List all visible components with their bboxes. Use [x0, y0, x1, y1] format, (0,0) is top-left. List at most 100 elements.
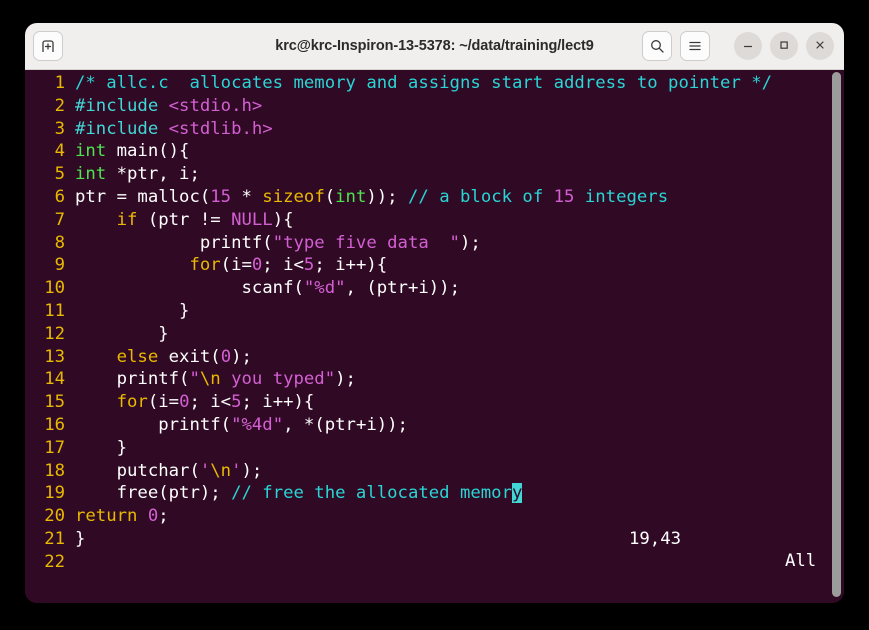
code-token: // free the allocated memor [231, 483, 512, 504]
code-token: ( [324, 186, 336, 207]
code-token: , (ptr+i)); [345, 278, 460, 299]
editor-line: 2 #include <stdio.h> [25, 95, 844, 118]
code-token: printf( [75, 232, 273, 253]
line-number: 5 [54, 164, 65, 185]
code-token: (i= [147, 392, 180, 413]
code-token: * [231, 186, 263, 207]
code-token: "%4d" [231, 414, 284, 435]
scrollbar-thumb[interactable] [832, 72, 841, 597]
line-number: 8 [54, 232, 65, 253]
code-token: } [75, 300, 190, 321]
terminal-body[interactable]: 1 /* allc.c allocates memory and assigns… [25, 70, 844, 603]
code-token: you typed" [220, 369, 336, 390]
code-token: #include [75, 95, 169, 116]
menu-button[interactable] [680, 31, 710, 61]
maximize-icon [777, 37, 791, 56]
line-number-gutter-space [65, 323, 75, 346]
scroll-indicator: All [785, 551, 817, 572]
editor-line: 13 else exit(0); [25, 346, 844, 369]
line-number-gutter-space [65, 346, 75, 369]
line-number-gutter-space [65, 414, 75, 437]
search-icon [649, 38, 665, 54]
code-token: main(){ [106, 141, 190, 162]
minimize-icon [741, 37, 755, 56]
code-token: ){ [272, 209, 294, 230]
line-number-gutter-space [65, 163, 75, 186]
code-token: *ptr, i; [106, 164, 200, 185]
code-token: " [189, 369, 200, 390]
code-token: // a block of [407, 186, 554, 207]
code-token: )); [366, 186, 408, 207]
search-button[interactable] [642, 31, 672, 61]
editor-line: 19 free(ptr); // free the allocated memo… [25, 482, 844, 505]
line-number-gutter-space [65, 300, 75, 323]
terminal-window: krc@krc-Inspiron-13-5378: ~/data/trainin… [25, 23, 844, 603]
editor-buffer[interactable]: 1 /* allc.c allocates memory and assigns… [25, 70, 844, 574]
code-token: for [189, 255, 221, 276]
editor-status-line: 19,43 All [25, 505, 844, 596]
code-token: 15 [553, 186, 575, 207]
code-token: ); [231, 346, 252, 367]
code-token: int [335, 186, 367, 207]
close-icon [813, 37, 827, 56]
titlebar-left-group [33, 31, 63, 61]
cursor-position: 19,43 [629, 528, 682, 549]
line-number: 16 [44, 414, 65, 435]
line-number: 15 [44, 392, 65, 413]
scrollbar[interactable] [832, 70, 841, 603]
maximize-button[interactable] [770, 32, 798, 60]
code-token: } [75, 323, 169, 344]
code-token: (i= [220, 255, 252, 276]
code-token: /* allc.c allocates memory and assigns s… [75, 73, 773, 93]
text-cursor: y [512, 483, 523, 504]
line-number-gutter-space [65, 482, 75, 505]
minimize-button[interactable] [734, 32, 762, 60]
line-number-gutter-space [65, 209, 75, 232]
line-number: 12 [44, 323, 65, 344]
code-token: 0 [179, 392, 190, 413]
code-token: 0 [220, 346, 232, 367]
code-token: ); [241, 460, 263, 481]
code-token: "type five data " [272, 232, 460, 253]
line-number-gutter-space [65, 232, 75, 255]
code-token: free(ptr); [75, 483, 232, 504]
editor-line: 11 } [25, 300, 844, 323]
code-token: printf( [75, 369, 190, 390]
line-number: 18 [44, 460, 65, 481]
titlebar-right-group [642, 31, 834, 61]
editor-line: 12 } [25, 323, 844, 346]
code-token: ; i< [262, 255, 304, 276]
code-token: #include [75, 118, 169, 139]
code-token: ' [199, 460, 211, 481]
titlebar: krc@krc-Inspiron-13-5378: ~/data/trainin… [25, 23, 844, 70]
new-tab-button[interactable] [33, 31, 63, 61]
code-token: putchar( [75, 460, 200, 481]
line-number-gutter-space [65, 391, 75, 414]
line-number: 11 [44, 300, 65, 321]
close-button[interactable] [806, 32, 834, 60]
editor-line: 6 ptr = malloc(15 * sizeof(int)); // a b… [25, 186, 844, 209]
code-token: ); [459, 232, 481, 253]
line-number: 3 [54, 118, 65, 139]
editor-line: 4 int main(){ [25, 140, 844, 163]
line-number-gutter-space [65, 254, 75, 277]
code-token: 15 [210, 186, 232, 207]
line-number-gutter-space [65, 72, 75, 95]
line-number: 10 [44, 278, 65, 299]
line-number: 19 [44, 483, 65, 504]
editor-line: 17 } [25, 437, 844, 460]
code-token: ptr = malloc( [75, 186, 211, 207]
code-token: if [116, 209, 138, 230]
editor-line: 7 if (ptr != NULL){ [25, 209, 844, 232]
code-token: scanf( [75, 278, 304, 299]
editor-line: 8 printf("type five data "); [25, 232, 844, 255]
code-token: exit( [158, 346, 221, 367]
code-token: } [75, 437, 128, 458]
line-number: 13 [44, 346, 65, 367]
line-number-gutter-space [65, 460, 75, 483]
line-number-gutter-space [65, 368, 75, 391]
code-token: ; i++){ [314, 255, 388, 276]
code-token: <stdio.h> [168, 95, 263, 116]
